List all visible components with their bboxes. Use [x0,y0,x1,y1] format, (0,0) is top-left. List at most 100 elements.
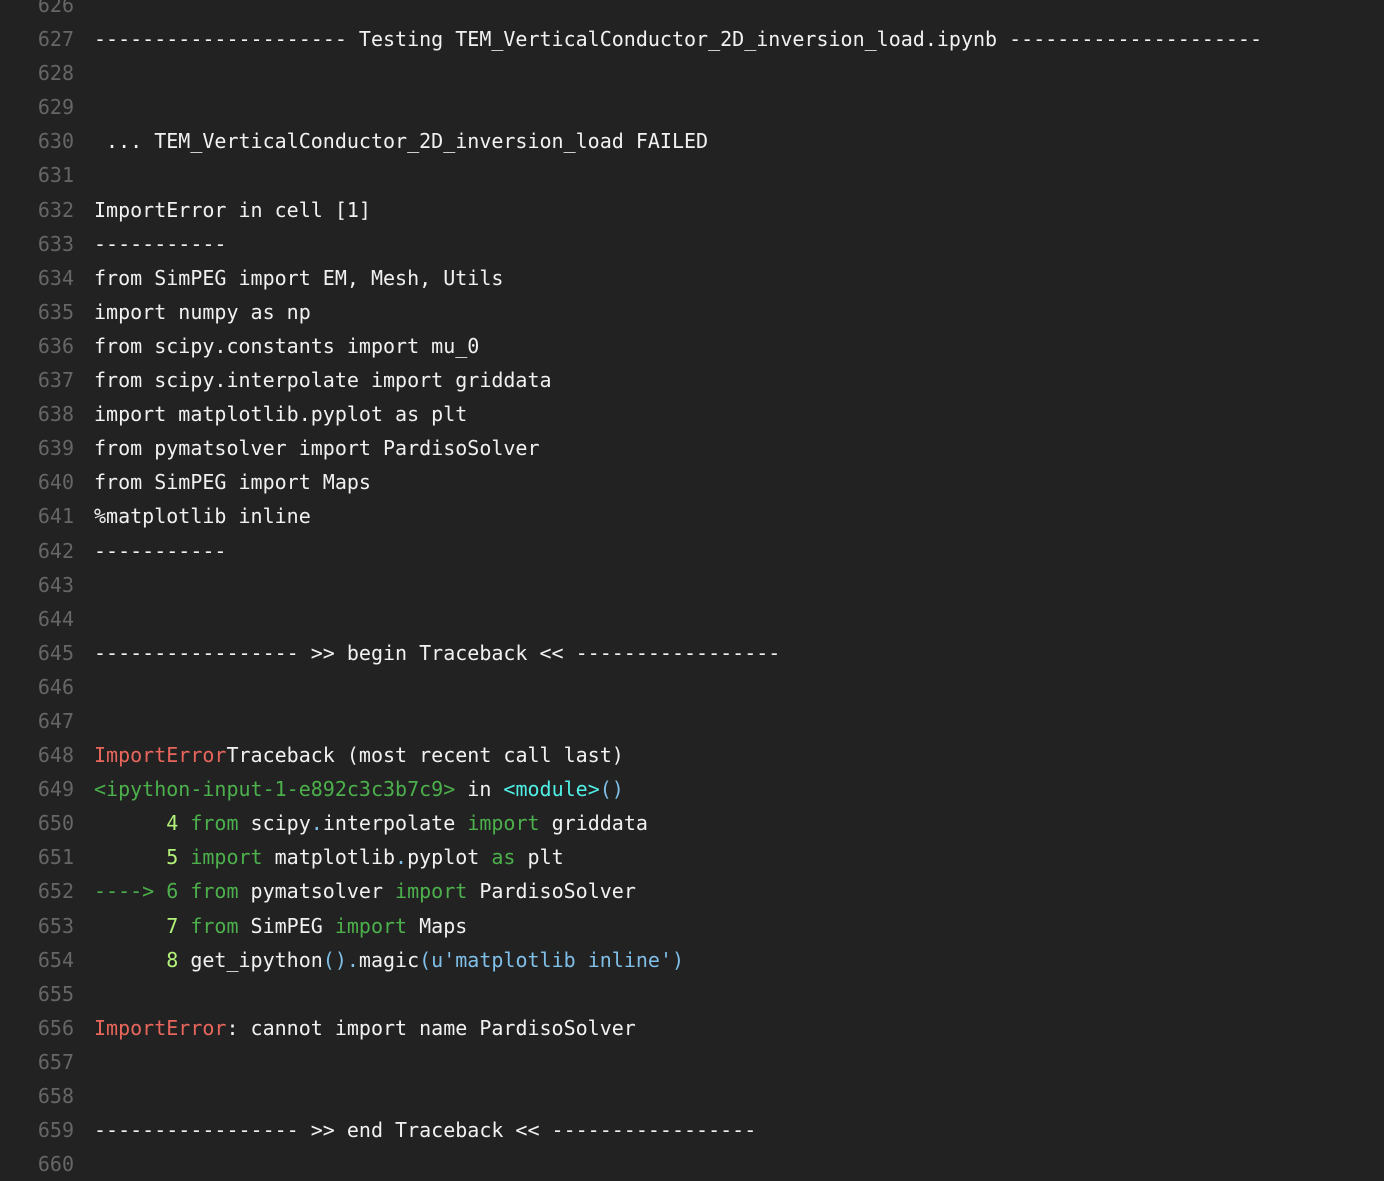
line-number[interactable]: 644 [0,602,74,636]
text-segment: import [334,913,408,938]
line-text: <ipython-input-1-e892c3c3b7c9> in <modul… [74,772,624,806]
line-text: %matplotlib inline [74,499,311,533]
text-segment: . [395,845,408,870]
text-segment: %matplotlib inline [94,504,311,529]
text-segment: <ipython-input-1-e892c3c3b7c9> [94,777,456,802]
log-line: 649 <ipython-input-1-e892c3c3b7c9> in <mo… [0,772,1384,806]
line-number[interactable]: 633 [0,227,74,261]
text-segment: as [491,845,516,870]
line-number[interactable]: 652 [0,874,74,908]
line-text: 8 get_ipython().magic(u'matplotlib inlin… [74,943,684,977]
text-segment: <module> [503,777,600,802]
line-number[interactable]: 654 [0,943,74,977]
log-line: 626 [0,0,1384,22]
log-line: 632 ImportError in cell [1] [0,193,1384,227]
text-segment: 7 [166,913,179,938]
line-number[interactable]: 628 [0,56,74,90]
line-number[interactable]: 659 [0,1113,74,1147]
line-number[interactable]: 648 [0,738,74,772]
line-number[interactable]: 634 [0,261,74,295]
line-number[interactable]: 657 [0,1045,74,1079]
line-number[interactable]: 650 [0,806,74,840]
text-segment: import [467,811,540,836]
line-text: ImportError: cannot import name PardisoS… [74,1011,636,1045]
line-number[interactable]: 656 [0,1011,74,1045]
line-number[interactable]: 627 [0,22,74,56]
text-segment: () [599,777,624,802]
log-line: 636 from scipy.constants import mu_0 [0,329,1384,363]
text-segment: ----------- [94,231,227,256]
line-number[interactable]: 642 [0,534,74,568]
text-segment: ----------- [94,538,227,563]
line-number[interactable]: 636 [0,329,74,363]
text-segment: get_ipython [178,947,323,972]
log-line: 645 ----------------- >> begin Traceback … [0,636,1384,670]
line-text: 4 from scipy.interpolate import griddata [74,806,648,840]
text-segment: import numpy as np [94,299,311,324]
text-segment: scipy [238,811,311,836]
line-number[interactable]: 645 [0,636,74,670]
line-text: ----------- [74,534,226,568]
line-number[interactable]: 660 [0,1147,74,1181]
line-text [74,670,94,704]
text-segment: 8 [166,947,179,972]
log-line: 658 [0,1079,1384,1113]
text-segment: plt [515,845,564,870]
line-number[interactable]: 639 [0,431,74,465]
log-line: 640 from SimPEG import Maps [0,465,1384,499]
text-segment: ImportError [94,1015,227,1040]
line-number[interactable]: 658 [0,1079,74,1113]
line-text [74,1079,94,1113]
line-number[interactable]: 637 [0,363,74,397]
line-number[interactable]: 638 [0,397,74,431]
line-text [74,1147,94,1181]
log-line: 652 ----> 6 from pymatsolver import Pardi… [0,874,1384,908]
log-line: 633 ----------- [0,227,1384,261]
text-segment: ----------------- >> begin Traceback << … [94,640,781,665]
text-segment [178,811,190,835]
text-segment: Maps [407,913,468,938]
line-number[interactable]: 630 [0,124,74,158]
line-number[interactable]: 626 [0,0,74,22]
log-line: 630 ... TEM_VerticalConductor_2D_inversi… [0,124,1384,158]
line-number[interactable]: 643 [0,568,74,602]
text-segment: from SimPEG import EM, Mesh, Utils [94,265,504,290]
text-segment [94,948,166,972]
line-number[interactable]: 655 [0,977,74,1011]
log-line: 638 import matplotlib.pyplot as plt [0,397,1384,431]
line-number[interactable]: 631 [0,158,74,192]
line-text: from scipy.interpolate import griddata [74,363,552,397]
line-text: ----------------- >> begin Traceback << … [74,636,780,670]
text-segment: in [455,777,504,802]
line-text: ImportErrorTraceback (most recent call l… [74,738,624,772]
line-number[interactable]: 641 [0,499,74,533]
log-line: 660 [0,1147,1384,1181]
line-number[interactable]: 629 [0,90,74,124]
line-number[interactable]: 651 [0,840,74,874]
line-number[interactable]: 646 [0,670,74,704]
line-text [74,56,94,90]
line-number[interactable]: 640 [0,465,74,499]
text-segment: ... TEM_VerticalConductor_2D_inversion_l… [94,129,709,154]
text-segment: import [395,879,468,904]
line-text [74,977,94,1011]
line-number[interactable]: 649 [0,772,74,806]
line-number[interactable]: 647 [0,704,74,738]
text-segment: matplotlib [262,845,396,870]
line-number[interactable]: 635 [0,295,74,329]
text-segment: ImportError [94,743,227,768]
line-number[interactable]: 653 [0,909,74,943]
text-segment: magic [358,947,420,972]
line-text: ----------------- >> end Traceback << --… [74,1113,756,1147]
log-line: 641 %matplotlib inline [0,499,1384,533]
log-line: 651 5 import matplotlib.pyplot as plt [0,840,1384,874]
build-log: 626 627 --------------------- Testing TEM_… [0,0,1384,1181]
line-text: ----------- [74,227,226,261]
log-line: 627 --------------------- Testing TEM_Ver… [0,22,1384,56]
log-line: 655 [0,977,1384,1011]
line-number[interactable]: 632 [0,193,74,227]
text-segment: : cannot import name PardisoSolver [226,1015,636,1040]
line-text: 7 from SimPEG import Maps [74,909,467,943]
text-segment: SimPEG [238,913,335,938]
line-text: import numpy as np [74,295,311,329]
